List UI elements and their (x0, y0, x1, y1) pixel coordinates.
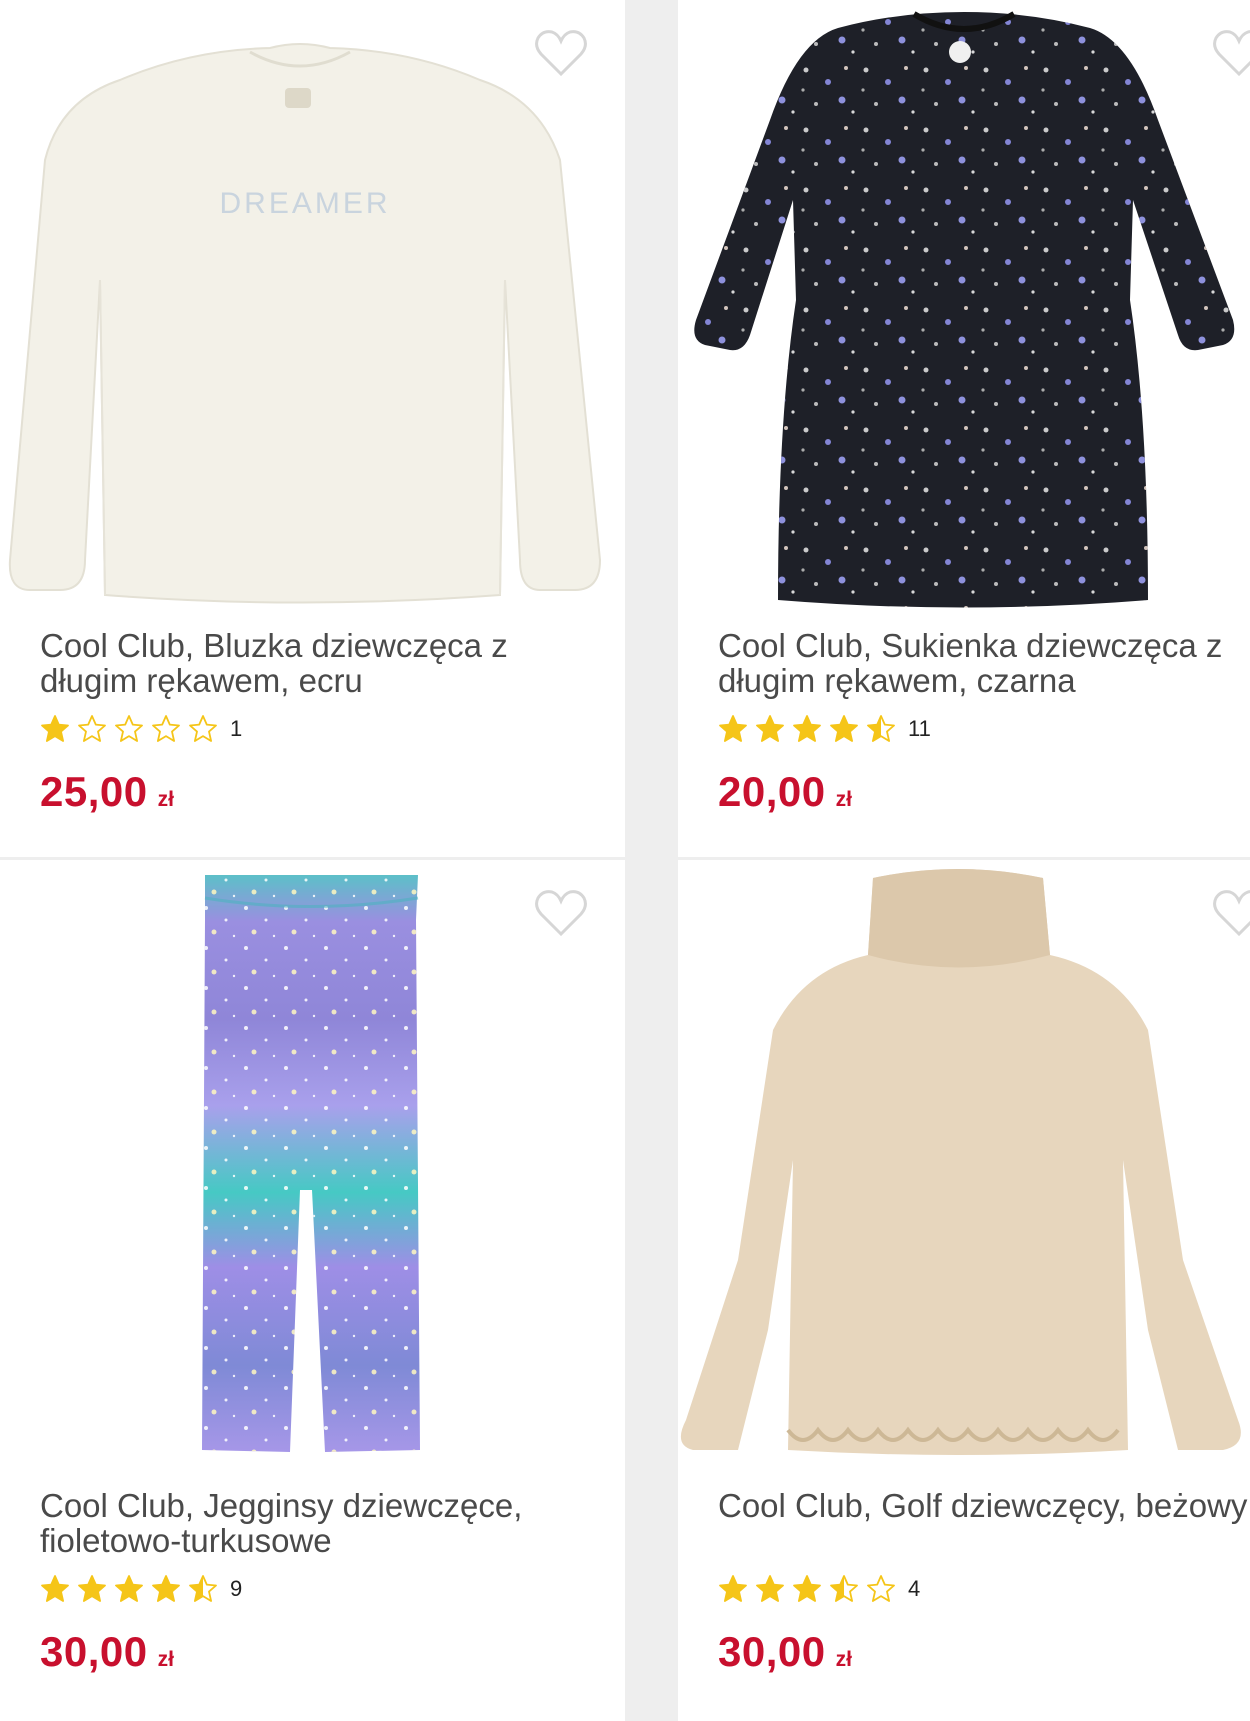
product-title[interactable]: Cool Club, Sukienka dziewczęca z długim … (718, 628, 1250, 698)
star-empty-icon (152, 715, 180, 742)
sweatshirt-print-text: DREAMER (219, 187, 390, 220)
star-full-icon (830, 715, 858, 742)
product-image-beige-turtleneck[interactable] (678, 860, 1250, 1475)
star-full-icon (719, 1575, 747, 1602)
price: 20,00 zł (718, 768, 852, 816)
heart-outline-icon[interactable] (1212, 888, 1250, 938)
price-currency: zł (835, 1648, 852, 1671)
rating: 9 (40, 1572, 242, 1606)
product-title[interactable]: Cool Club, Bluzka dziewczęca z długim rę… (40, 628, 600, 698)
star-empty-icon (115, 715, 143, 742)
product-title[interactable]: Cool Club, Golf dziewczęcy, beżowy (718, 1488, 1250, 1523)
price: 30,00 zł (718, 1628, 852, 1676)
rating-stars (40, 714, 218, 744)
star-half-icon (867, 715, 895, 742)
star-full-icon (152, 1575, 180, 1602)
rating: 4 (718, 1572, 920, 1606)
price-value: 30,00 (718, 1628, 826, 1675)
heart-outline-icon[interactable] (534, 28, 588, 78)
product-card[interactable]: DREAMER Cool Club, Bluzka dziewczęca z d… (0, 0, 625, 857)
star-empty-icon (78, 715, 106, 742)
price-currency: zł (157, 788, 174, 811)
star-full-icon (78, 1575, 106, 1602)
star-half-icon (830, 1575, 858, 1602)
price: 25,00 zł (40, 768, 174, 816)
star-full-icon (756, 1575, 784, 1602)
price-value: 25,00 (40, 768, 148, 815)
star-full-icon (115, 1575, 143, 1602)
product-image-cream-sweatshirt[interactable]: DREAMER (0, 0, 625, 615)
review-count: 11 (908, 716, 931, 741)
price-currency: zł (835, 788, 852, 811)
star-full-icon (793, 715, 821, 742)
price-value: 30,00 (40, 1628, 148, 1675)
product-title[interactable]: Cool Club, Jegginsy dziewczęce, fioletow… (40, 1488, 600, 1558)
price-currency: zł (157, 1648, 174, 1671)
product-card[interactable]: Cool Club, Jegginsy dziewczęce, fioletow… (0, 860, 625, 1721)
review-count: 9 (230, 1576, 243, 1601)
product-card[interactable]: Cool Club, Sukienka dziewczęca z długim … (678, 0, 1250, 857)
rating-stars (718, 714, 896, 744)
price-value: 20,00 (718, 768, 826, 815)
heart-outline-icon[interactable] (534, 888, 588, 938)
product-image-black-star-dress[interactable] (678, 0, 1250, 615)
rating-stars (718, 1574, 896, 1604)
rating: 11 (718, 712, 931, 746)
rating: 1 (40, 712, 242, 746)
star-empty-icon (189, 715, 217, 742)
heart-outline-icon[interactable] (1212, 28, 1250, 78)
rating-stars (40, 1574, 218, 1604)
review-count: 1 (230, 716, 243, 741)
review-count: 4 (908, 1576, 921, 1601)
product-grid: DREAMER Cool Club, Bluzka dziewczęca z d… (0, 0, 1250, 1721)
star-full-icon (719, 715, 747, 742)
star-full-icon (793, 1575, 821, 1602)
star-full-icon (41, 715, 69, 742)
star-full-icon (41, 1575, 69, 1602)
star-half-icon (189, 1575, 217, 1602)
product-card[interactable]: Cool Club, Golf dziewczęcy, beżowy 4 30,… (678, 860, 1250, 1721)
price: 30,00 zł (40, 1628, 174, 1676)
star-empty-icon (867, 1575, 895, 1602)
product-image-purple-turquoise-leggings[interactable] (0, 860, 625, 1475)
star-full-icon (756, 715, 784, 742)
